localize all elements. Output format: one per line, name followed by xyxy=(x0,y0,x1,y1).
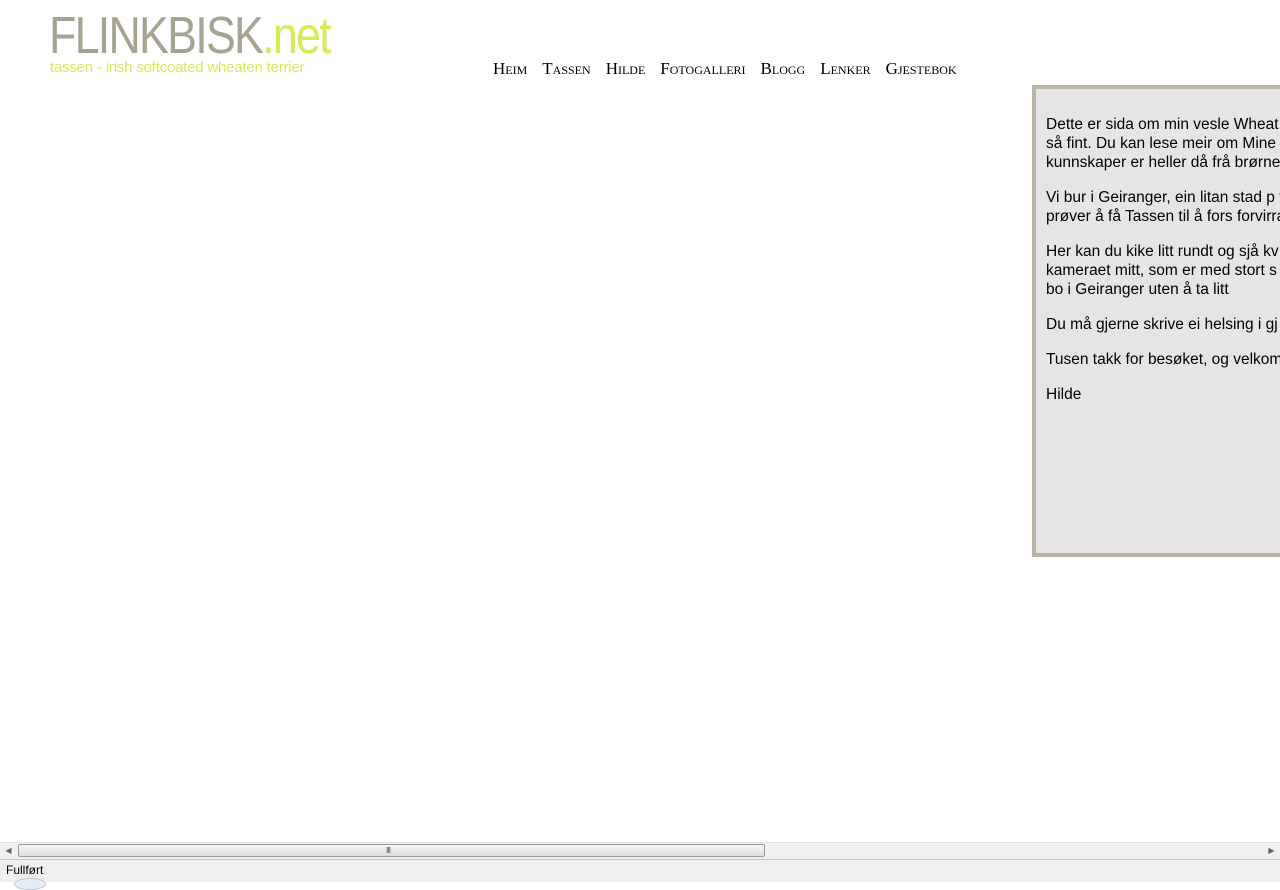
welcome-text: Dette er sida om min vesle Wheat heiter … xyxy=(1046,115,1280,420)
status-text: Fullført xyxy=(6,863,44,877)
globe-icon xyxy=(14,878,46,890)
logo-wordmark: FLINKBISK.net xyxy=(49,7,332,65)
site-logo[interactable]: FLINKBISK.net tassen - irish softcoated … xyxy=(49,8,349,80)
nav-item-heim[interactable]: Heim xyxy=(493,58,527,80)
horizontal-scrollbar[interactable]: ◀ III ▶ xyxy=(0,842,1280,859)
nav-item-blogg[interactable]: Blogg xyxy=(761,58,806,80)
scroll-left-icon[interactable]: ◀ xyxy=(0,843,17,859)
nav-item-lenker[interactable]: Lenker xyxy=(820,58,870,80)
welcome-paragraph-1: Dette er sida om min vesle Wheat heiter … xyxy=(1046,116,1280,171)
main-nav: Heim Tassen Hilde Fotogalleri Blogg Lenk… xyxy=(493,58,972,80)
nav-item-gjestebok[interactable]: Gjestebok xyxy=(886,58,957,80)
welcome-paragraph-4: Du må gjerne skrive ei helsing i gj xyxy=(1046,316,1278,333)
nav-item-fotogalleri[interactable]: Fotogalleri xyxy=(660,58,745,80)
status-bar: Fullført xyxy=(0,859,1280,890)
nav-item-hilde[interactable]: Hilde xyxy=(606,58,646,80)
signature-name: Hilde xyxy=(1046,386,1082,403)
scroll-right-icon[interactable]: ▶ xyxy=(1263,843,1280,859)
logo-tld: .net xyxy=(262,7,331,65)
thumb-grip-icon: III xyxy=(386,846,391,855)
browser-viewport: FLINKBISK.net tassen - irish softcoated … xyxy=(0,0,1280,842)
logo-word: FLINKBISK xyxy=(49,7,264,65)
welcome-paragraph-2: Vi bur i Geiranger, ein litan stad p for… xyxy=(1046,189,1280,225)
logo-tagline: tassen - irish softcoated wheaten terrie… xyxy=(50,59,305,76)
scrollbar-thumb[interactable]: III xyxy=(18,844,765,857)
nav-item-tassen[interactable]: Tassen xyxy=(542,58,590,80)
welcome-paragraph-3: Her kan du kike litt rundt og sjå kv kam… xyxy=(1046,243,1280,298)
welcome-paragraph-5: Tusen takk for besøket, og velkom xyxy=(1046,351,1280,368)
welcome-content-box: Dette er sida om min vesle Wheat heiter … xyxy=(1032,85,1280,557)
